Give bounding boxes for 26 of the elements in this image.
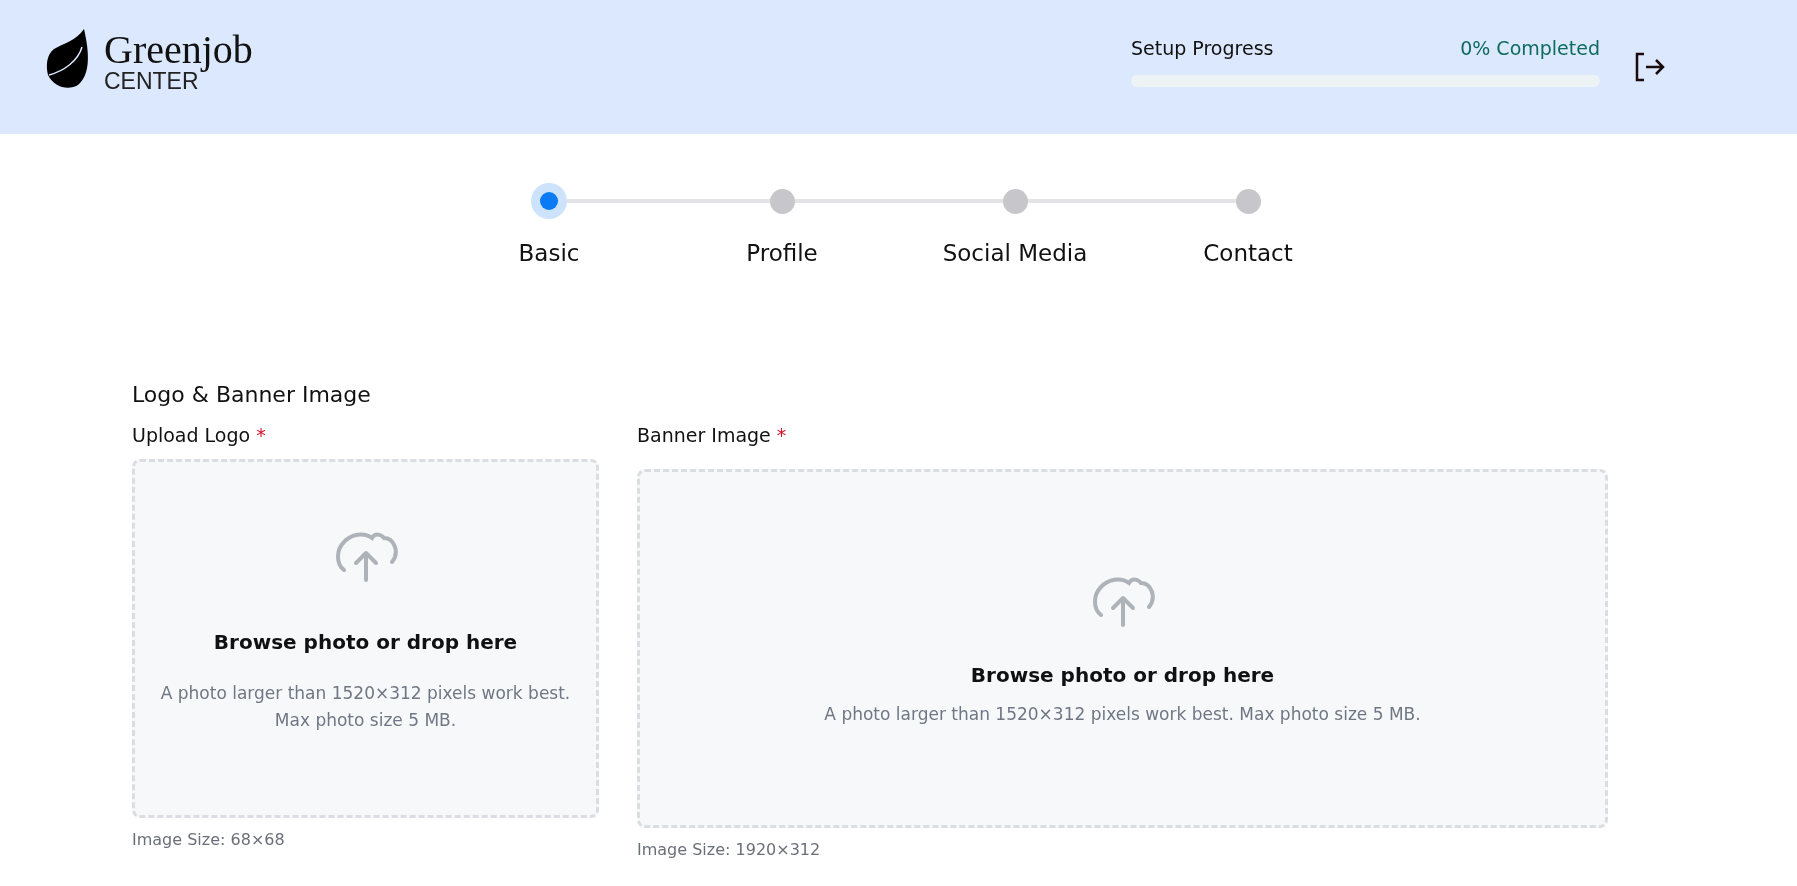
step-label[interactable]: Profile (746, 240, 818, 266)
step-dot[interactable] (769, 188, 795, 214)
required-mark: * (256, 423, 266, 447)
step-label[interactable]: Social Media (942, 240, 1088, 266)
upload-dropzone[interactable]: Browse photo or drop here A photo larger than 1520×312 pixels work best. Max photo size 5 MB. (637, 469, 1608, 828)
section-title: Logo & Banner Image (132, 382, 372, 407)
step-dot[interactable] (1235, 188, 1261, 214)
logout-button[interactable] (1634, 51, 1666, 83)
field-label: Upload Logo (132, 423, 251, 447)
logout-icon (1634, 51, 1666, 83)
field-label: Banner Image (637, 423, 771, 447)
upload-dropzone[interactable]: Browse photo or drop here A photo larger than 1520×312 pixels work best. Max photo size 5 MB. (132, 459, 599, 818)
dropzone-prompt: Browse photo or drop here (213, 629, 518, 654)
dropzone-hint: A photo larger than 1520×312 pixels work best. Max photo size 5 MB. (159, 681, 572, 732)
image-size-note: Image Size: 68×68 (132, 830, 286, 849)
step-dot[interactable] (1002, 188, 1028, 214)
dropzone-hint: A photo larger than 1520×312 pixels work best. Max photo size 5 MB. (824, 703, 1421, 726)
step-label[interactable]: Basic (518, 240, 580, 266)
progress-status: 0% Completed (1460, 37, 1600, 59)
progress-label: Setup Progress (1131, 37, 1274, 59)
logo-subtitle: CENTER (104, 69, 199, 93)
step-label[interactable]: Contact (1203, 240, 1293, 266)
dropzone-prompt: Browse photo or drop here (970, 663, 1275, 687)
required-mark: * (776, 423, 787, 447)
image-size-note: Image Size: 1920×312 (637, 840, 822, 859)
step-dot[interactable] (531, 183, 567, 219)
